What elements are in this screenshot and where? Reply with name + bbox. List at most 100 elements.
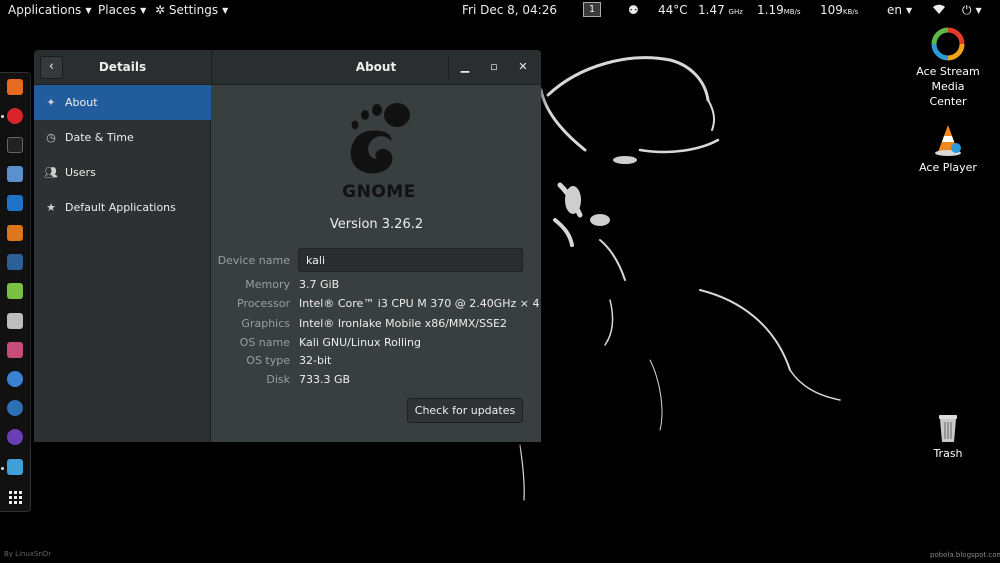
- language-label: en: [887, 3, 902, 17]
- graphics-value: Intel® Ironlake Mobile x86/MMX/SSE2: [299, 317, 508, 330]
- language-menu[interactable]: en ▼: [887, 3, 912, 18]
- browser-icon[interactable]: [7, 371, 23, 387]
- settings-label: Settings: [168, 3, 219, 17]
- sidebar-item-label: Users: [65, 166, 96, 179]
- running-indicator: [1, 467, 4, 470]
- device-name-label: Device name: [217, 254, 290, 267]
- watermark: pobola.blogspot.com: [930, 551, 1000, 559]
- net-download-value: 1.19: [757, 3, 784, 17]
- desktop-icon-label: Trash: [933, 447, 963, 460]
- net-download-unit: MB/s: [783, 8, 801, 16]
- desktop-icon-label: Ace Stream: [916, 65, 980, 78]
- window-titlebar[interactable]: ‹ Details About ▁ ▫ ✕: [34, 50, 541, 85]
- wifi-icon[interactable]: [932, 3, 946, 18]
- opera-icon[interactable]: [7, 108, 23, 124]
- ace-player-cone-icon: [935, 125, 961, 156]
- details-sidebar: ✦ About ◷ Date & Time 👥︎ Users ★ Default…: [34, 85, 211, 442]
- sidebar-item-label: About: [65, 96, 98, 109]
- chevron-down-icon: ▼: [906, 6, 913, 15]
- maltego-icon[interactable]: [7, 254, 23, 270]
- settings-menu[interactable]: ✲ Settings ▼: [155, 3, 228, 18]
- notes-icon[interactable]: [7, 283, 23, 299]
- desktop-icon-ace-stream[interactable]: Ace Stream Media Center: [913, 26, 983, 109]
- net-upload-value: 109: [820, 3, 843, 17]
- sidebar-item-default-applications[interactable]: ★ Default Applications: [34, 190, 211, 225]
- metasploit-icon[interactable]: [7, 195, 23, 211]
- device-name-field[interactable]: [298, 248, 523, 272]
- sidebar-title: Details: [98, 60, 147, 74]
- running-indicator: [1, 115, 4, 118]
- places-menu[interactable]: Places ▼: [98, 3, 146, 18]
- desktop-icon-ace-player[interactable]: Ace Player: [913, 122, 983, 175]
- cpu-frequency: 1.47 GHz: [698, 3, 743, 19]
- sidebar-item-about[interactable]: ✦ About: [34, 85, 211, 120]
- titlebar-separator: [448, 56, 449, 78]
- chevron-down-icon: ▼: [85, 6, 92, 15]
- system-monitor-icon: ⚉: [628, 3, 639, 17]
- disk-label: Disk: [266, 373, 290, 386]
- desktop-icon-label: Center: [929, 95, 967, 108]
- settings-window: ‹ Details About ▁ ▫ ✕ ✦ About ◷ Date & T…: [34, 50, 541, 442]
- top-bar: Applications ▼ Places ▼ ✲ Settings ▼ Fri De…: [0, 0, 1000, 20]
- about-panel: GNOME Version 3.26.2 Device name Memory …: [212, 85, 541, 442]
- media-player-icon[interactable]: [7, 429, 23, 445]
- chevron-down-icon: ▼: [222, 6, 229, 15]
- minimize-icon: ▁: [460, 60, 470, 73]
- burpsuite-icon[interactable]: [7, 225, 23, 241]
- chevron-down-icon: ▼: [975, 6, 982, 15]
- gnome-wordmark: GNOME: [342, 182, 416, 201]
- app-grid-icon[interactable]: [9, 491, 22, 504]
- close-icon: ✕: [518, 60, 528, 73]
- sidebar-item-label: Date & Time: [65, 131, 134, 144]
- processor-label: Processor: [237, 297, 290, 310]
- maximize-button[interactable]: ▫: [486, 59, 502, 75]
- power-menu[interactable]: ⏻ ▼: [962, 3, 982, 18]
- gnome-version: Version 3.26.2: [329, 217, 424, 232]
- firefox-icon[interactable]: [7, 79, 23, 95]
- screenshot-icon[interactable]: [7, 400, 23, 416]
- os-name-value: Kali GNU/Linux Rolling: [299, 336, 422, 349]
- places-label: Places: [98, 3, 137, 17]
- os-type-value: 32-bit: [299, 354, 332, 367]
- users-icon: 👥︎: [44, 166, 58, 179]
- power-icon: ⏻: [962, 3, 972, 17]
- temperature-readout: 44°C: [658, 3, 688, 17]
- clock-icon: ◷: [46, 131, 56, 144]
- close-button[interactable]: ✕: [515, 59, 531, 75]
- disk-value: 733.3 GB: [299, 373, 351, 386]
- sidebar-item-date-time[interactable]: ◷ Date & Time: [34, 120, 211, 155]
- ace-stream-icon: [931, 27, 965, 61]
- memory-value: 3.7 GiB: [299, 278, 340, 291]
- settings-icon[interactable]: [7, 342, 23, 358]
- cpu-frequency-value: 1.47: [698, 3, 725, 17]
- workspace-indicator[interactable]: 1: [583, 2, 601, 17]
- applications-label: Applications: [8, 3, 82, 17]
- net-upload: 109KB/s: [820, 3, 858, 19]
- ace-stream-icon[interactable]: [7, 459, 23, 475]
- terminal-icon[interactable]: [7, 137, 23, 153]
- clock[interactable]: Fri Dec 8, 04:26: [462, 3, 557, 17]
- net-upload-unit: KB/s: [842, 8, 859, 16]
- minimize-button[interactable]: ▁: [457, 59, 473, 75]
- settings-tools-icon: ✲: [155, 3, 166, 17]
- dock: [0, 72, 31, 512]
- sidebar-item-users[interactable]: 👥︎ Users: [34, 155, 211, 190]
- trash-icon: [939, 415, 957, 442]
- processor-value: Intel® Core™ i3 CPU M 370 @ 2.40GHz × 4: [299, 297, 540, 310]
- desktop-icon-label: Media: [931, 80, 965, 93]
- disk-icon[interactable]: [7, 313, 23, 329]
- applications-menu[interactable]: Applications ▼: [8, 3, 91, 18]
- desktop-icon-trash[interactable]: Trash: [913, 408, 983, 461]
- maximize-icon: ▫: [490, 60, 498, 73]
- check-for-updates-button[interactable]: Check for updates: [407, 398, 523, 423]
- net-download: 1.19MB/s: [757, 3, 801, 19]
- cpu-frequency-unit: GHz: [728, 8, 743, 16]
- memory-label: Memory: [245, 278, 290, 291]
- os-type-label: OS type: [246, 354, 290, 367]
- wallpaper-credit: By LinuxSnDr: [4, 550, 52, 558]
- desktop-icon-label: Ace Player: [919, 161, 977, 174]
- os-name-label: OS name: [239, 336, 290, 349]
- chevron-down-icon: ▼: [140, 6, 147, 15]
- graphics-label: Graphics: [241, 317, 290, 330]
- files-icon[interactable]: [7, 166, 23, 182]
